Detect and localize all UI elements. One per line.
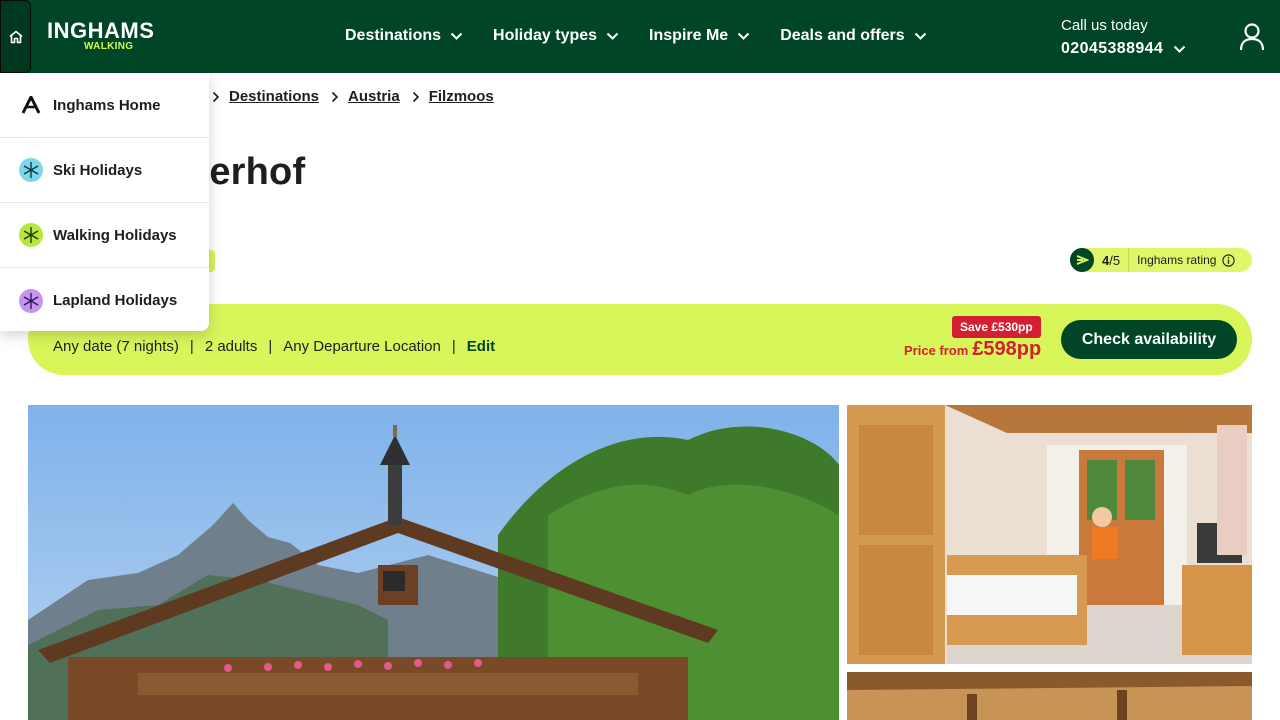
nav-destinations[interactable]: Destinations <box>345 24 463 48</box>
call-row[interactable]: 02045388944 <box>1061 40 1186 58</box>
nav-holiday-types[interactable]: Holiday types <box>493 24 619 48</box>
bedroom-photo[interactable] <box>847 405 1252 664</box>
breadcrumb: Destinations Austria Filzmoos <box>212 88 506 105</box>
header: INGHAMS WALKING Destinations Holiday typ… <box>0 0 1280 73</box>
divider <box>1128 248 1130 272</box>
lapland-snowflake-icon <box>19 288 43 313</box>
chevron-right-icon <box>412 91 420 103</box>
menu-item-lapland-holidays[interactable]: Lapland Holidays <box>0 268 209 333</box>
price-from: Price from £598pp <box>904 338 1041 361</box>
info-icon[interactable] <box>1222 253 1236 267</box>
breadcrumb-destinations[interactable]: Destinations <box>229 88 319 105</box>
guests-summary[interactable]: 2 adults <box>205 338 258 355</box>
home-icon <box>8 30 23 43</box>
brand-name: INGHAMS <box>47 18 155 43</box>
rating-score: 4/5 <box>1102 253 1120 268</box>
brand-logo[interactable]: INGHAMS WALKING <box>47 19 172 55</box>
inghams-logo-icon <box>19 93 43 117</box>
inghams-rating[interactable]: 4/5 Inghams rating <box>1070 248 1252 272</box>
call-label: Call us today <box>1061 17 1148 34</box>
user-icon <box>1239 23 1265 51</box>
availability-bar: Any date (7 nights) | 2 adults | Any Dep… <box>28 304 1252 375</box>
divider: | <box>268 338 273 355</box>
nav-label: Holiday types <box>493 27 598 44</box>
menu-item-label: Walking Holidays <box>53 226 177 244</box>
edit-search-link[interactable]: Edit <box>467 338 495 355</box>
walking-snowflake-icon <box>19 223 43 247</box>
menu-item-ski-holidays[interactable]: Ski Holidays <box>0 138 209 203</box>
chevron-down-icon <box>606 32 619 41</box>
bedroom-image <box>847 405 1252 664</box>
nav-deals-offers[interactable]: Deals and offers <box>780 24 926 48</box>
divider: | <box>189 338 194 355</box>
save-badge: Save £530pp <box>952 316 1041 338</box>
chevron-down-icon <box>450 32 463 41</box>
menu-item-label: Ski Holidays <box>53 161 143 179</box>
chevron-down-icon <box>737 32 750 41</box>
chevron-down-icon <box>1173 45 1186 54</box>
menu-item-inghams-home[interactable]: Inghams Home <box>0 73 209 138</box>
search-summary: Any date (7 nights) | 2 adults | Any Dep… <box>53 338 495 355</box>
home-button[interactable] <box>0 0 31 73</box>
interior-photo[interactable] <box>847 672 1252 720</box>
price-label: Price from <box>904 343 969 358</box>
nav-inspire-me[interactable]: Inspire Me <box>649 24 750 48</box>
nav-label: Destinations <box>345 27 442 44</box>
snowflake-icon <box>19 158 43 182</box>
breadcrumb-austria[interactable]: Austria <box>348 88 400 105</box>
nav-label: Deals and offers <box>780 27 905 44</box>
phone-number: 02045388944 <box>1061 40 1164 57</box>
check-availability-button[interactable]: Check availability <box>1061 320 1237 359</box>
contact-phone[interactable]: Call us today 02045388944 <box>1061 16 1186 58</box>
price-value: £598pp <box>972 338 1042 360</box>
departure-summary[interactable]: Any Departure Location <box>283 338 441 355</box>
hotel-exterior-photo[interactable] <box>28 405 839 720</box>
brand-switcher-menu: Inghams Home Ski Holidays Walking Holida… <box>0 73 209 331</box>
main-nav: Destinations Holiday types Inspire Me De… <box>345 24 957 48</box>
divider: | <box>451 338 456 355</box>
menu-item-label: Inghams Home <box>53 96 161 114</box>
chevron-right-icon <box>212 91 220 103</box>
breadcrumb-filzmoos[interactable]: Filzmoos <box>429 88 494 105</box>
menu-item-walking-holidays[interactable]: Walking Holidays <box>0 203 209 268</box>
interior-image <box>847 672 1252 720</box>
inghams-badge-icon <box>1070 248 1094 272</box>
rating-max: /5 <box>1109 252 1121 268</box>
menu-item-label: Lapland Holidays <box>53 292 178 309</box>
chalet-image <box>28 405 839 720</box>
brand-subtitle: WALKING <box>84 41 134 52</box>
date-summary[interactable]: Any date (7 nights) <box>53 338 179 355</box>
chevron-right-icon <box>331 91 339 103</box>
chevron-down-icon <box>914 32 927 41</box>
nav-label: Inspire Me <box>649 27 729 44</box>
account-button[interactable] <box>1238 22 1266 52</box>
rating-label: Inghams rating <box>1137 253 1217 267</box>
